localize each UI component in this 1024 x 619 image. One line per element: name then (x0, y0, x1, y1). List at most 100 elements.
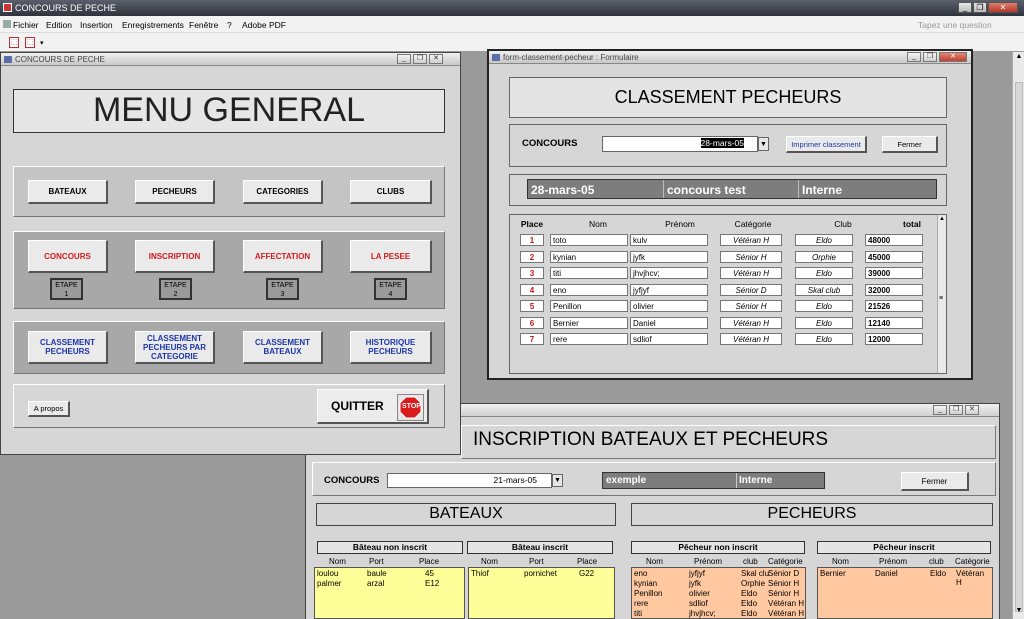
list-item[interactable]: rere (634, 599, 648, 608)
historique-pecheurs-button[interactable]: HISTORIQUE PECHEURS (350, 331, 432, 364)
la-pesee-button[interactable]: LA PESEE (350, 240, 432, 273)
table-cell[interactable]: olivier (630, 300, 708, 312)
inscription-button[interactable]: INSCRIPTION (135, 240, 215, 273)
bateaux-button[interactable]: BATEAUX (28, 180, 108, 204)
table-cell[interactable]: Eldo (795, 234, 853, 246)
table-cell[interactable]: 48000 (865, 234, 923, 246)
stop-icon[interactable]: STOP (397, 394, 424, 421)
classement-bateaux-button[interactable]: CLASSEMENT BATEAUX (243, 331, 323, 364)
table-cell[interactable]: kynian (550, 250, 628, 263)
scroll-up-icon[interactable]: ▲ (1014, 53, 1024, 63)
table-cell[interactable]: Orphie (795, 250, 853, 263)
table-cell[interactable]: jhvjhcv; (630, 267, 708, 279)
list-item[interactable]: Penillon (634, 589, 662, 598)
table-cell[interactable]: 4 (520, 283, 544, 296)
list-item[interactable]: palmer (317, 579, 341, 589)
list-item[interactable]: Thiof (471, 569, 489, 578)
bateau-non-inscrit-list[interactable]: loulou baule 45 palmer arzal E12 (314, 567, 465, 619)
toolbar-options-icon[interactable]: ▾ (40, 39, 44, 47)
close-icon[interactable]: ✕ (939, 52, 967, 62)
table-cell[interactable]: Bernier (550, 316, 628, 329)
table-cell[interactable]: 39000 (865, 267, 923, 279)
table-cell[interactable]: 12000 (865, 333, 923, 345)
table-cell[interactable]: Vétéran H (720, 316, 782, 329)
table-cell[interactable]: Eldo (795, 333, 853, 345)
clubs-button[interactable]: CLUBS (350, 180, 432, 204)
menu-edition[interactable]: Edition (46, 20, 72, 30)
menu-help[interactable]: ? (227, 20, 232, 30)
table-cell[interactable]: sdliof (630, 333, 708, 345)
close-icon[interactable]: ✕ (429, 54, 443, 64)
affectation-button[interactable]: AFFECTATION (243, 240, 323, 273)
vertical-scrollbar[interactable]: ▲ ▼ (1012, 52, 1024, 619)
table-cell[interactable]: 3 (520, 267, 544, 279)
pdf-icon[interactable]: ⬚ (9, 37, 19, 48)
list-item[interactable]: Bernier (820, 569, 846, 578)
table-cell[interactable]: Eldo (795, 300, 853, 312)
close-button[interactable]: Fermer (901, 472, 969, 491)
print-ranking-button[interactable]: Imprimer classement (786, 136, 867, 153)
table-cell[interactable]: Vétéran H (720, 333, 782, 345)
table-cell[interactable]: Eldo (795, 267, 853, 279)
scroll-grip-icon[interactable]: ≡ (939, 295, 943, 302)
table-cell[interactable]: 1 (520, 234, 544, 246)
table-cell[interactable]: Vétéran H (720, 267, 782, 279)
table-cell[interactable]: 2 (520, 250, 544, 263)
restore-icon[interactable]: ❐ (949, 405, 963, 415)
minimize-icon[interactable]: _ (933, 405, 947, 415)
table-cell[interactable]: jyfjyf (630, 283, 708, 296)
table-cell[interactable]: Penillon (550, 300, 628, 312)
table-cell[interactable]: Vétéran H (720, 234, 782, 246)
table-cell[interactable]: Sénior D (720, 283, 782, 296)
table-cell[interactable]: eno (550, 283, 628, 296)
table-cell[interactable]: Eldo (795, 316, 853, 329)
table-cell[interactable]: 7 (520, 333, 544, 345)
pdf-convert-icon[interactable]: ⬚ (25, 37, 35, 48)
close-button[interactable]: Fermer (882, 136, 938, 153)
table-cell[interactable]: titi (550, 267, 628, 279)
table-cell[interactable]: toto (550, 234, 628, 246)
restore-icon[interactable]: ❐ (413, 54, 427, 64)
close-icon[interactable]: ✕ (965, 405, 979, 415)
minimize-icon[interactable]: _ (397, 54, 411, 64)
menu-fichier[interactable]: Fichier (13, 20, 39, 30)
pecheur-non-inscrit-list[interactable]: eno jyfjyf Skal clu Sénior D kynian jyfk Orphi… (631, 567, 806, 619)
question-box[interactable]: Tapez une question (918, 20, 1010, 31)
list-item[interactable]: kynian (634, 579, 657, 588)
table-cell[interactable]: 45000 (865, 250, 923, 263)
menu-adobe-pdf[interactable]: Adobe PDF (242, 20, 286, 30)
table-cell[interactable]: 32000 (865, 283, 923, 296)
table-cell[interactable]: 21526 (865, 300, 923, 312)
concours-select[interactable]: 28-mars-05 (602, 136, 758, 152)
restore-icon[interactable]: ❐ (923, 52, 937, 62)
close-icon[interactable]: ✕ (988, 2, 1018, 13)
table-cell[interactable]: Sénior H (720, 250, 782, 263)
scroll-down-icon[interactable]: ▼ (1014, 607, 1024, 617)
menu-fenetre[interactable]: Fenêtre (189, 20, 218, 30)
restore-icon[interactable]: ❐ (973, 2, 987, 13)
table-scrollbar[interactable]: ▲ ≡ (937, 215, 946, 373)
table-cell[interactable]: 5 (520, 300, 544, 312)
minimize-icon[interactable]: _ (958, 2, 972, 13)
concours-select[interactable]: 21-mars-05 (387, 473, 552, 488)
pecheur-inscrit-list[interactable]: Bernier Daniel Eldo Vétéran H (817, 567, 993, 619)
bateau-inscrit-list[interactable]: Thiof pornichet G22 (468, 567, 615, 619)
concours-button[interactable]: CONCOURS (28, 240, 108, 273)
table-cell[interactable]: 6 (520, 316, 544, 329)
table-cell[interactable]: Sénior H (720, 300, 782, 312)
pecheurs-button[interactable]: PECHEURS (135, 180, 215, 204)
classement-categorie-button[interactable]: CLASSEMENT PECHEURS PAR CATEGORIE (135, 331, 215, 364)
table-cell[interactable]: 12140 (865, 316, 923, 329)
classement-pecheurs-button[interactable]: CLASSEMENT PECHEURS (28, 331, 108, 364)
table-cell[interactable]: kulv (630, 234, 708, 246)
table-cell[interactable]: rere (550, 333, 628, 345)
chevron-down-icon[interactable]: ▼ (552, 474, 563, 487)
table-cell[interactable]: jyfk (630, 250, 708, 263)
scroll-up-icon[interactable]: ▲ (939, 216, 945, 222)
menu-insertion[interactable]: Insertion (80, 20, 113, 30)
minimize-icon[interactable]: _ (907, 52, 921, 62)
categories-button[interactable]: CATEGORIES (243, 180, 323, 204)
table-cell[interactable]: Skal club (795, 283, 853, 296)
scroll-thumb[interactable] (1015, 82, 1023, 612)
list-item[interactable]: loulou (317, 569, 338, 579)
